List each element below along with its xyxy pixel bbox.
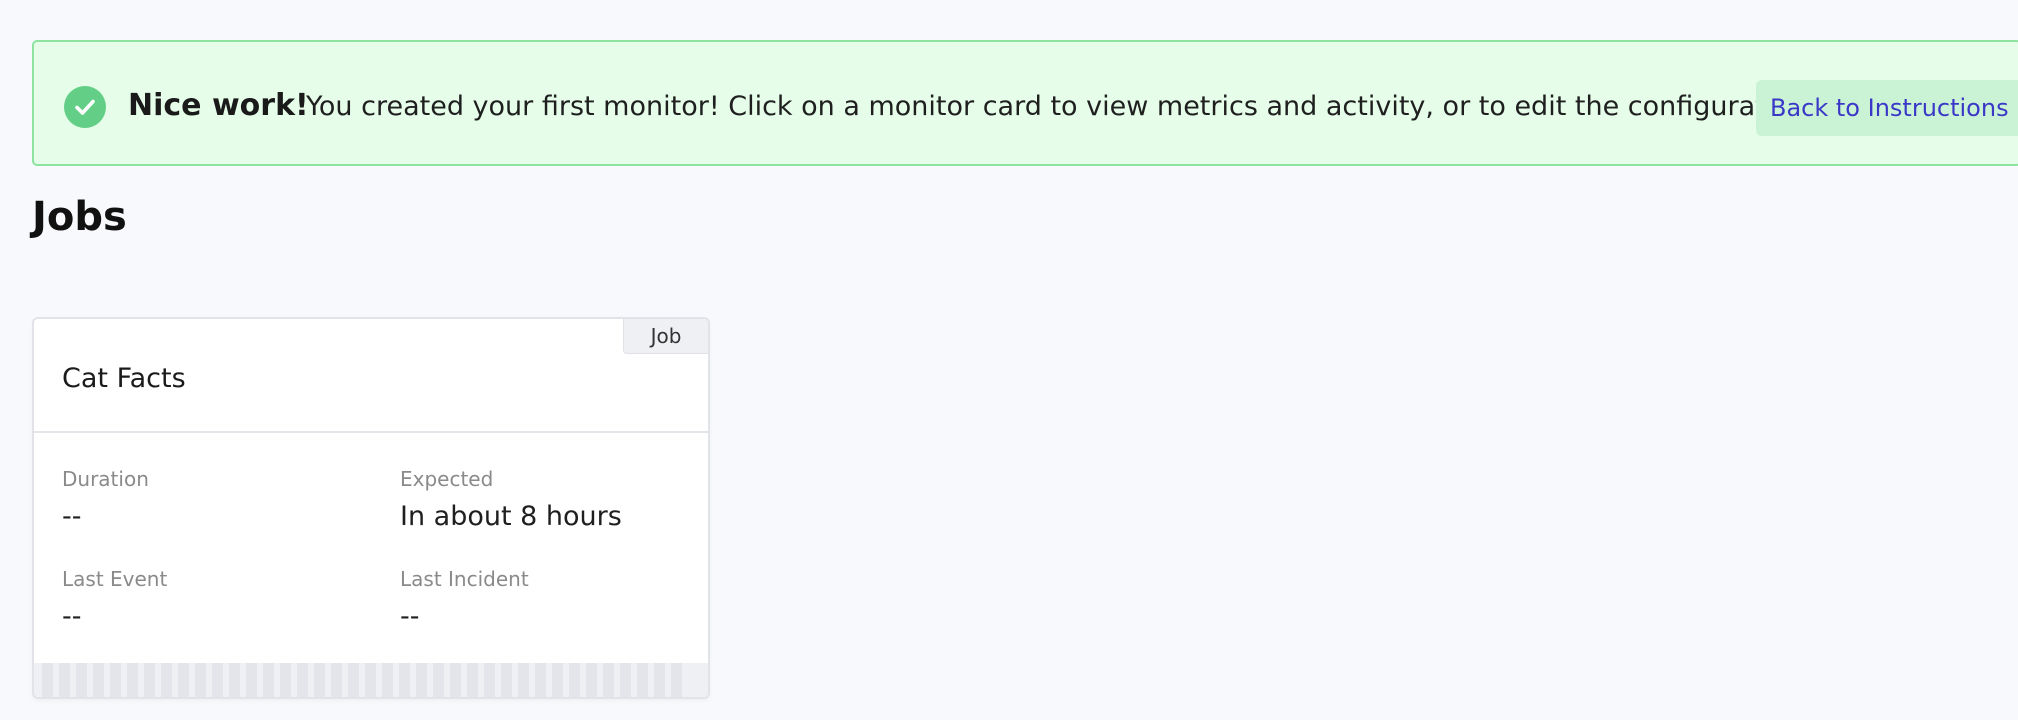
- expected-label: Expected: [400, 467, 494, 491]
- card-divider: [34, 431, 708, 433]
- monitor-type-badge: Job: [623, 319, 708, 354]
- timeline-slot: [93, 663, 104, 697]
- timeline-slot: [382, 663, 393, 697]
- monitor-name: Cat Facts: [62, 363, 186, 394]
- banner-title: Nice work!: [128, 88, 309, 123]
- timeline-slot: [399, 663, 410, 697]
- banner-message: You created your first monitor! Click on…: [306, 91, 1816, 122]
- timeline-slot: [314, 663, 325, 697]
- timeline-slot: [603, 663, 614, 697]
- timeline-slot: [484, 663, 495, 697]
- timeline-slot: [42, 663, 53, 697]
- timeline-slot: [569, 663, 580, 697]
- timeline-slot: [195, 663, 206, 697]
- timeline-slot: [637, 663, 648, 697]
- timeline-slot: [297, 663, 308, 697]
- last-event-label: Last Event: [62, 567, 168, 591]
- timeline-slot: [212, 663, 223, 697]
- last-event-value: --: [62, 601, 82, 632]
- expected-value: In about 8 hours: [400, 501, 622, 532]
- timeline-slot: [518, 663, 529, 697]
- timeline-slot: [59, 663, 70, 697]
- timeline-slot: [671, 663, 682, 697]
- duration-value: --: [62, 501, 82, 532]
- timeline-slot: [161, 663, 172, 697]
- monitor-card[interactable]: Job Cat Facts Duration -- Expected In ab…: [32, 317, 710, 699]
- page-title: Jobs: [32, 194, 127, 240]
- timeline-slot: [416, 663, 427, 697]
- timeline-slot: [246, 663, 257, 697]
- last-incident-label: Last Incident: [400, 567, 529, 591]
- timeline-slot: [144, 663, 155, 697]
- timeline-slot: [348, 663, 359, 697]
- timeline-slot: [552, 663, 563, 697]
- timeline-slot: [110, 663, 121, 697]
- timeline-slot: [586, 663, 597, 697]
- timeline-slot: [535, 663, 546, 697]
- timeline-slot: [76, 663, 87, 697]
- last-incident-value: --: [400, 601, 420, 632]
- timeline-slot: [654, 663, 665, 697]
- timeline-slot: [331, 663, 342, 697]
- timeline-slot: [127, 663, 138, 697]
- timeline-slot: [501, 663, 512, 697]
- duration-label: Duration: [62, 467, 149, 491]
- timeline-slot: [263, 663, 274, 697]
- timeline-slot: [467, 663, 478, 697]
- timeline-slot: [433, 663, 444, 697]
- timeline-slot: [365, 663, 376, 697]
- back-to-instructions-button[interactable]: Back to Instructions: [1756, 80, 2018, 136]
- timeline-slot: [450, 663, 461, 697]
- timeline-slot: [178, 663, 189, 697]
- success-banner: Nice work! You created your first monito…: [32, 40, 2018, 166]
- timeline-slot: [620, 663, 631, 697]
- check-circle-icon: [64, 86, 106, 128]
- timeline-slot: [229, 663, 240, 697]
- activity-timeline: [34, 663, 708, 697]
- timeline-slot: [280, 663, 291, 697]
